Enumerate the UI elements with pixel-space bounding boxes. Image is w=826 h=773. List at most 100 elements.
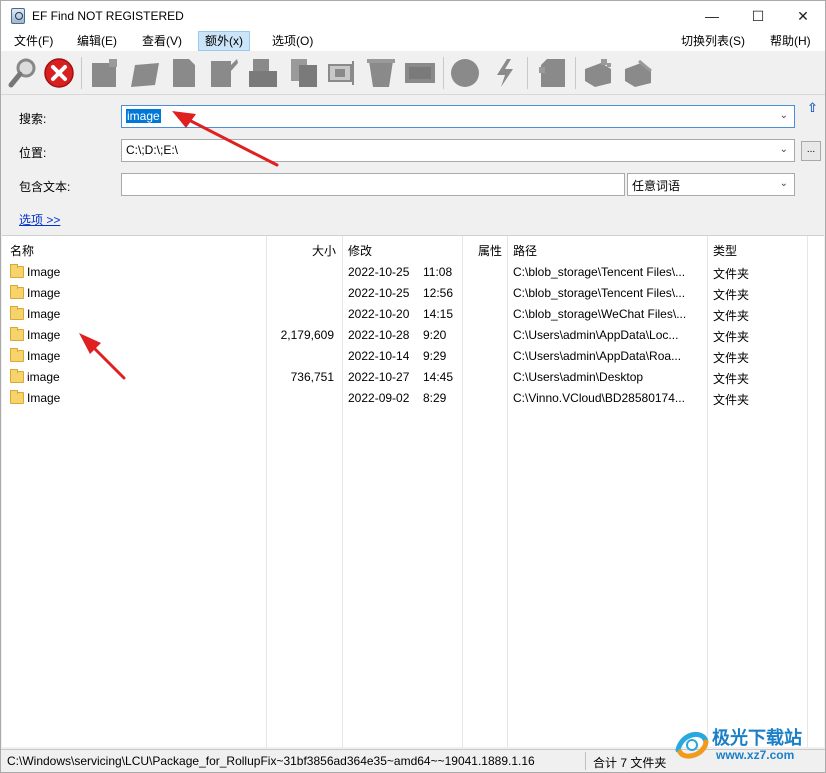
folder-icon — [10, 348, 24, 362]
search-input[interactable]: image ⌄ — [121, 105, 795, 128]
row-time: 9:29 — [423, 349, 447, 363]
stop-icon[interactable] — [43, 57, 75, 89]
word-mode-value: 任意词语 — [632, 179, 681, 193]
row-path: C:\Vinno.VCloud\BD28580174... — [513, 391, 685, 405]
location-input[interactable]: C:\;D:\;E:\ ⌄ — [121, 139, 795, 162]
status-current-path: C:\Windows\servicing\LCU\Package_for_Rol… — [7, 754, 535, 768]
app-window: EF Find NOT REGISTERED — ☐ ✕ 文件(F) 编辑(E)… — [0, 0, 826, 773]
pack-icon[interactable] — [581, 57, 615, 89]
column-header-attr[interactable]: 属性 — [478, 242, 502, 259]
properties-icon[interactable] — [247, 57, 279, 89]
column-header-path[interactable]: 路径 — [513, 242, 537, 259]
table-row[interactable]: Image 2022-10-25 11:08 C:\blob_storage\T… — [2, 262, 822, 283]
row-name: Image — [27, 286, 61, 300]
row-name: Image — [27, 265, 61, 279]
column-header-size[interactable]: 大小 — [312, 242, 336, 259]
row-path: C:\blob_storage\Tencent Files\... — [513, 265, 686, 279]
search-input-value: image — [126, 109, 161, 123]
column-header-type[interactable]: 类型 — [713, 242, 737, 259]
folder-icon — [10, 369, 24, 383]
column-header-name[interactable]: 名称 — [10, 242, 34, 259]
row-date: 2022-10-20 — [348, 307, 410, 321]
row-size: 736,751 — [290, 370, 334, 384]
column-header-modified[interactable]: 修改 — [348, 242, 372, 259]
menu-help[interactable]: 帮助(H) — [764, 31, 817, 51]
unpack-icon[interactable] — [621, 57, 655, 89]
menu-options[interactable]: 选项(O) — [266, 31, 319, 51]
link-icon[interactable] — [325, 57, 357, 89]
row-time: 9:20 — [423, 328, 447, 342]
location-input-value: C:\;D:\;E:\ — [126, 143, 179, 157]
rename-icon[interactable] — [207, 57, 239, 89]
archive-icon[interactable] — [537, 57, 569, 89]
folder-icon — [10, 264, 24, 278]
row-date: 2022-10-25 — [348, 265, 410, 279]
results-list: 名称 大小 修改 属性 路径 类型 Image 2022-10-25 11:08… — [2, 235, 824, 748]
watermark-text: 极光下载站 — [712, 728, 802, 748]
globe-icon[interactable] — [449, 57, 481, 89]
row-name: Image — [27, 391, 61, 405]
watermark-logo: 极光下载站 www.xz7.com — [672, 722, 820, 770]
row-time: 14:45 — [423, 370, 454, 384]
row-type: 文件夹 — [713, 372, 750, 386]
row-type: 文件夹 — [713, 288, 750, 302]
browse-button[interactable]: ... — [801, 141, 821, 161]
folder-icon — [10, 327, 24, 341]
menu-file[interactable]: 文件(F) — [8, 31, 59, 51]
move-icon[interactable] — [129, 57, 161, 89]
copy-icon[interactable] — [89, 57, 121, 89]
minimize-button[interactable]: — — [689, 1, 735, 31]
menu-bar: 文件(F) 编辑(E) 查看(V) 额外(x) 选项(O) 切换列表(S) 帮助… — [1, 31, 825, 51]
row-date: 2022-10-25 — [348, 286, 410, 300]
search-panel: 搜索: image ⌄ ⇧ 位置: C:\;D:\;E:\ ⌄ ... 包含文本… — [1, 96, 825, 234]
run-icon[interactable] — [491, 57, 519, 89]
word-mode-select[interactable]: 任意词语 ⌄ — [627, 173, 795, 196]
row-type: 文件夹 — [713, 393, 750, 407]
table-row[interactable]: Image 2022-10-25 12:56 C:\blob_storage\T… — [2, 283, 822, 304]
duplicate-icon[interactable] — [287, 57, 319, 89]
row-name: Image — [27, 349, 61, 363]
table-row[interactable]: image 736,751 2022-10-27 14:45 C:\Users\… — [2, 367, 822, 388]
row-type: 文件夹 — [713, 330, 750, 344]
menu-switch-list[interactable]: 切换列表(S) — [675, 31, 751, 51]
maximize-button[interactable]: ☐ — [735, 1, 781, 31]
row-type: 文件夹 — [713, 267, 750, 281]
folder-icon — [10, 390, 24, 404]
row-time: 8:29 — [423, 391, 447, 405]
title-bar: EF Find NOT REGISTERED — ☐ ✕ — [1, 1, 825, 31]
table-row[interactable]: Image 2022-10-20 14:15 C:\blob_storage\W… — [2, 304, 822, 325]
row-date: 2022-10-27 — [348, 370, 410, 384]
status-total: 合计 7 文件夹 — [593, 756, 667, 770]
contains-text-input[interactable] — [121, 173, 625, 196]
row-time: 12:56 — [423, 286, 454, 300]
row-path: C:\Users\admin\AppData\Loc... — [513, 328, 679, 342]
menu-view[interactable]: 查看(V) — [136, 31, 188, 51]
row-date: 2022-09-02 — [348, 391, 410, 405]
window-title: EF Find NOT REGISTERED — [32, 9, 184, 23]
table-row[interactable]: Image 2,179,609 2022-10-28 9:20 C:\Users… — [2, 325, 822, 346]
folder-icon — [10, 306, 24, 320]
chevron-down-icon[interactable]: ⌄ — [780, 144, 788, 155]
location-label: 位置: — [19, 146, 47, 160]
table-row[interactable]: Image 2022-09-02 8:29 C:\Vinno.VCloud\BD… — [2, 388, 822, 409]
chevron-down-icon[interactable]: ⌄ — [780, 110, 788, 121]
row-path: C:\blob_storage\WeChat Files\... — [513, 307, 687, 321]
row-name: Image — [27, 328, 61, 342]
table-row[interactable]: Image 2022-10-14 9:29 C:\Users\admin\App… — [2, 346, 822, 367]
options-link[interactable]: 选项 >> — [19, 211, 60, 228]
row-name: image — [27, 370, 60, 384]
close-button[interactable]: ✕ — [780, 1, 826, 31]
menu-extra[interactable]: 额外(x) — [198, 31, 250, 51]
menu-edit[interactable]: 编辑(E) — [71, 31, 123, 51]
app-magnifier-icon — [11, 8, 25, 24]
search-label: 搜索: — [19, 112, 47, 126]
chevron-down-icon[interactable]: ⌄ — [780, 178, 788, 189]
delete-icon[interactable] — [365, 57, 397, 89]
row-path: C:\Users\admin\AppData\Roa... — [513, 349, 682, 363]
shred-icon[interactable] — [403, 57, 437, 89]
file-icon[interactable] — [167, 57, 199, 89]
search-icon[interactable] — [7, 57, 39, 89]
toolbar — [1, 51, 825, 95]
row-path: C:\blob_storage\Tencent Files\... — [513, 286, 686, 300]
arrow-up-icon[interactable]: ⇧ — [807, 100, 818, 116]
